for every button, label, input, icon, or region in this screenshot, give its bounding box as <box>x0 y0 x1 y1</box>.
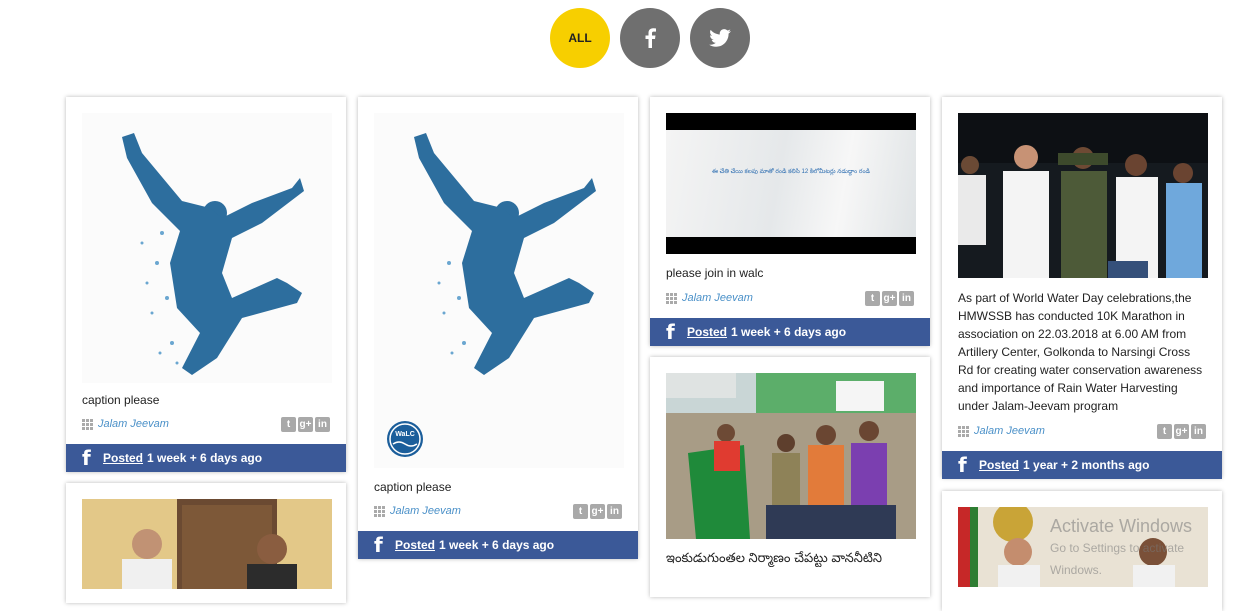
post-image[interactable]: ఈ చేతి చేయి కలపు మాతో రండి కలిసి 12 కిలో… <box>666 113 916 254</box>
post-caption: caption please <box>82 393 160 407</box>
post-image[interactable] <box>666 373 916 539</box>
post-image[interactable] <box>958 113 1208 278</box>
post-caption: As part of World Water Day celebrations,… <box>958 291 1203 413</box>
source-label: Jalam Jeevam <box>390 505 461 517</box>
post-caption: caption please <box>374 480 452 494</box>
post-meta: Jalam Jeevam t g+ in <box>82 417 330 432</box>
post-footer: f Posted 1 week + 6 days ago <box>66 444 346 472</box>
post-image[interactable]: WaLC <box>374 113 624 468</box>
grid-icon <box>958 425 969 437</box>
share-buttons: t g+ in <box>573 504 622 519</box>
grid-icon <box>374 505 385 517</box>
post-card: caption please Jalam Jeevam t g+ in f Po… <box>66 97 346 472</box>
post-time: 1 week + 6 days ago <box>439 538 555 552</box>
facebook-icon: f <box>958 453 967 477</box>
post-footer: f Posted 1 week + 6 days ago <box>358 531 638 559</box>
watermark-subtitle: Go to Settings to activate Windows. <box>1050 541 1185 577</box>
watermark-title: Activate Windows <box>1050 516 1193 536</box>
filter-bar: ALL <box>550 8 750 68</box>
walc-logo-text: WaLC <box>395 431 415 438</box>
grid-icon <box>666 292 677 304</box>
google-plus-share-icon[interactable]: g+ <box>1174 424 1189 439</box>
post-card: As part of World Water Day celebrations,… <box>942 97 1222 479</box>
linkedin-share-icon[interactable]: in <box>315 417 330 432</box>
google-plus-share-icon[interactable]: g+ <box>298 417 313 432</box>
post-time: 1 week + 6 days ago <box>731 325 847 339</box>
source-label: Jalam Jeevam <box>98 418 169 430</box>
google-plus-share-icon[interactable]: g+ <box>590 504 605 519</box>
post-card: ఇంకుడుగుంతల నిర్మాణం చేపట్టు వాననీటిని <box>650 357 930 597</box>
post-meta: Jalam Jeevam t g+ in <box>666 291 914 306</box>
google-plus-share-icon[interactable]: g+ <box>882 291 897 306</box>
twitter-share-icon[interactable]: t <box>573 504 588 519</box>
post-time: 1 week + 6 days ago <box>147 451 263 465</box>
posted-link[interactable]: Posted <box>395 538 435 552</box>
share-buttons: t g+ in <box>1157 424 1206 439</box>
facebook-icon: f <box>82 446 91 470</box>
filter-twitter-button[interactable] <box>690 8 750 68</box>
post-time: 1 year + 2 months ago <box>1023 458 1150 472</box>
post-image[interactable] <box>82 499 332 589</box>
activate-windows-watermark: Activate Windows Go to Settings to activ… <box>1050 515 1238 581</box>
source-label: Jalam Jeevam <box>974 425 1045 437</box>
post-caption: ఇంకుడుగుంతల నిర్మాణం చేపట్టు వాననీటిని <box>666 550 883 565</box>
share-buttons: t g+ in <box>281 417 330 432</box>
post-footer: f Posted 1 week + 6 days ago <box>650 318 930 346</box>
post-meta: Jalam Jeevam t g+ in <box>374 504 622 519</box>
video-frame: ఈ చేతి చేయి కలపు మాతో రండి కలిసి 12 కిలో… <box>666 130 916 237</box>
source-label: Jalam Jeevam <box>682 292 753 304</box>
post-card <box>66 483 346 603</box>
posted-link[interactable]: Posted <box>687 325 727 339</box>
filter-facebook-button[interactable] <box>620 8 680 68</box>
filter-all-button[interactable]: ALL <box>550 8 610 68</box>
post-card: WaLC caption please Jalam Jeevam t g+ in… <box>358 97 638 559</box>
image-overlay-text: ఈ చేతి చేయి కలపు మాతో రండి కలిసి 12 కిలో… <box>712 169 870 175</box>
filter-all-label: ALL <box>568 31 592 45</box>
post-source[interactable]: Jalam Jeevam <box>958 425 1045 437</box>
facebook-icon: f <box>374 533 383 557</box>
post-footer: f Posted 1 year + 2 months ago <box>942 451 1222 479</box>
post-source[interactable]: Jalam Jeevam <box>666 292 753 304</box>
posted-link[interactable]: Posted <box>103 451 143 465</box>
posted-link[interactable]: Posted <box>979 458 1019 472</box>
twitter-share-icon[interactable]: t <box>281 417 296 432</box>
linkedin-share-icon[interactable]: in <box>899 291 914 306</box>
linkedin-share-icon[interactable]: in <box>1191 424 1206 439</box>
post-source[interactable]: Jalam Jeevam <box>82 418 169 430</box>
twitter-icon <box>709 29 731 47</box>
post-card: ఈ చేతి చేయి కలపు మాతో రండి కలిసి 12 కిలో… <box>650 97 930 346</box>
twitter-share-icon[interactable]: t <box>1157 424 1172 439</box>
linkedin-share-icon[interactable]: in <box>607 504 622 519</box>
twitter-share-icon[interactable]: t <box>865 291 880 306</box>
post-image[interactable] <box>82 113 332 383</box>
share-buttons: t g+ in <box>865 291 914 306</box>
facebook-icon <box>645 28 656 48</box>
post-source[interactable]: Jalam Jeevam <box>374 505 461 517</box>
post-meta: Jalam Jeevam t g+ in <box>958 424 1206 439</box>
facebook-icon: f <box>666 320 675 344</box>
walc-logo: WaLC <box>387 421 423 457</box>
grid-icon <box>82 418 93 430</box>
post-caption: please join in walc <box>666 266 764 280</box>
